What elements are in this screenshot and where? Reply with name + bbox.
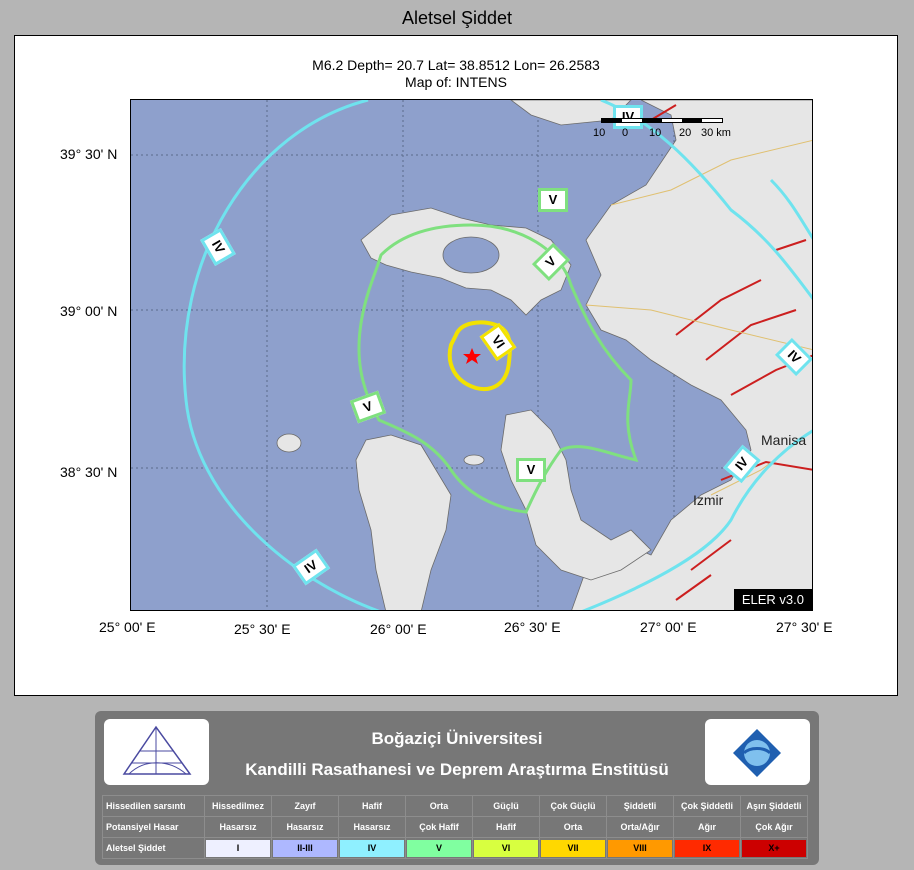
scale-tick: 20 xyxy=(679,127,692,139)
shaking-cell: Çok Güçlü xyxy=(539,795,607,817)
shaking-cell: Güçlü xyxy=(472,795,540,817)
scale-tick: 10 xyxy=(593,127,606,139)
epicenter-star xyxy=(463,348,481,364)
intensity-swatch: IV xyxy=(340,839,404,857)
page-title: Aletsel Şiddet xyxy=(401,8,513,28)
damage-cell: Hasarsız xyxy=(271,816,339,838)
city-label-manisa: Manisa xyxy=(761,432,807,448)
shaking-cell: Şiddetli xyxy=(606,795,674,817)
shaking-row: Hissedilen sarsıntı Hissedilmez Zayıf Ha… xyxy=(102,795,808,817)
shaking-cell: Hafif xyxy=(338,795,406,817)
lesvos-gulf xyxy=(442,236,500,274)
oinousses-island xyxy=(463,454,485,466)
lat-label: 38° 30' N xyxy=(60,464,118,480)
intensity-row: Aletsel Şiddet I II-III IV V VI VII VIII… xyxy=(102,837,808,859)
row-header: Aletsel Şiddet xyxy=(102,837,205,859)
intensity-scale-table: Hissedilen sarsıntı Hissedilmez Zayıf Ha… xyxy=(102,795,808,859)
koeri-logo xyxy=(705,719,810,785)
lon-label: 25° 30' E xyxy=(234,621,291,637)
legend-title-university: Boğaziçi Üniversitesi xyxy=(371,729,543,748)
kandilli-logo xyxy=(104,719,209,785)
chios-island xyxy=(355,434,452,610)
psara-island xyxy=(276,433,302,453)
lon-label: 27° 00' E xyxy=(640,619,697,635)
row-header: Hissedilen sarsıntı xyxy=(102,795,205,817)
intensity-legend: Boğaziçi Üniversitesi Kandilli Rasathane… xyxy=(95,711,819,865)
damage-cell: Hafif xyxy=(472,816,540,838)
scale-tick: 10 xyxy=(649,127,662,139)
damage-cell: Çok Ağır xyxy=(740,816,808,838)
lat-label: 39° 00' N xyxy=(60,303,118,319)
lon-label: 25° 00' E xyxy=(99,619,156,635)
shaking-cell: Aşırı Şiddetli xyxy=(740,795,808,817)
row-header: Potansiyel Hasar xyxy=(102,816,205,838)
contour-label-v: V xyxy=(538,188,568,212)
intensity-map[interactable]: IV IV IV IV IV V V V V VI 10 0 10 20 30 … xyxy=(130,99,813,611)
intensity-swatch: VI xyxy=(474,839,538,857)
damage-cell: Ağır xyxy=(673,816,741,838)
intensity-swatch: V xyxy=(407,839,471,857)
shaking-cell: Zayıf xyxy=(271,795,339,817)
eler-version-badge: ELER v3.0 xyxy=(733,589,812,610)
intensity-swatch: II-III xyxy=(273,839,337,857)
shaking-cell: Çok Şiddetli xyxy=(673,795,741,817)
map-graphics xyxy=(131,100,812,610)
lat-label: 39° 30' N xyxy=(60,146,118,162)
scale-tick: 30 km xyxy=(701,127,731,139)
map-type-caption: Map of: INTENS xyxy=(405,74,507,90)
damage-row: Potansiyel Hasar Hasarsız Hasarsız Hasar… xyxy=(102,816,808,838)
map-frame: M6.2 Depth= 20.7 Lat= 38.8512 Lon= 26.25… xyxy=(14,35,898,696)
damage-cell: Hasarsız xyxy=(338,816,406,838)
intensity-swatch: VIII xyxy=(608,839,672,857)
event-caption: M6.2 Depth= 20.7 Lat= 38.8512 Lon= 26.25… xyxy=(312,57,600,73)
city-label-izmir: Izmir xyxy=(693,492,724,508)
damage-cell: Orta/Ağır xyxy=(606,816,674,838)
scale-tick: 0 xyxy=(622,127,629,139)
intensity-swatch: IX xyxy=(675,839,739,857)
damage-cell: Çok Hafif xyxy=(405,816,473,838)
contour-label-v: V xyxy=(516,458,546,482)
damage-cell: Orta xyxy=(539,816,607,838)
lon-label: 26° 30' E xyxy=(504,619,561,635)
legend-title-institute: Kandilli Rasathanesi ve Deprem Araştırma… xyxy=(245,760,669,779)
lon-label: 27° 30' E xyxy=(776,619,833,635)
intensity-swatch: X+ xyxy=(742,839,806,857)
intensity-swatch: VII xyxy=(541,839,605,857)
lon-label: 26° 00' E xyxy=(370,621,427,637)
damage-cell: Hasarsız xyxy=(204,816,272,838)
shaking-cell: Orta xyxy=(405,795,473,817)
shaking-cell: Hissedilmez xyxy=(204,795,272,817)
intensity-swatch: I xyxy=(206,839,270,857)
